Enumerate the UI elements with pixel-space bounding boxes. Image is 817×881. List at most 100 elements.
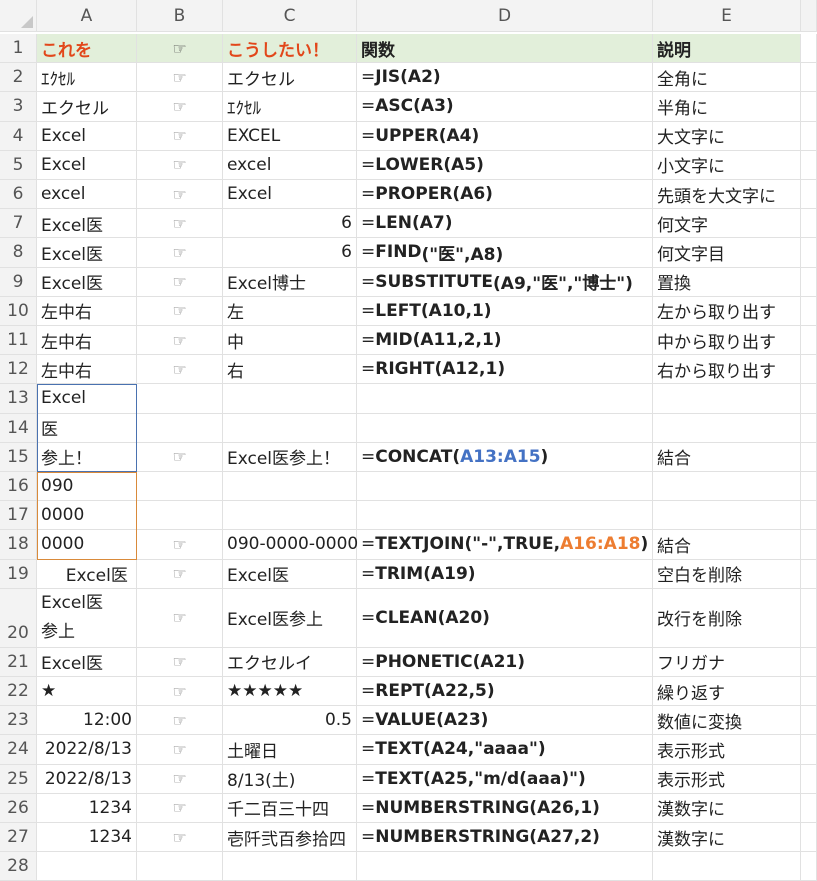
row-header-24[interactable]: 24 <box>0 735 37 765</box>
cell-a9[interactable]: Excel医 <box>37 267 137 297</box>
cell-e6[interactable]: 先頭を大文字に <box>653 180 801 210</box>
cell-d23[interactable]: = VALUE (A23) <box>357 706 653 736</box>
cell-c22[interactable]: ★★★★★ <box>223 677 357 707</box>
cell-c3[interactable]: ｴｸｾﾙ <box>223 92 357 122</box>
row-header-17[interactable]: 17 <box>0 501 37 531</box>
cell-d28[interactable] <box>357 852 653 881</box>
cell-e2[interactable]: 全角に <box>653 63 801 93</box>
cell-c8[interactable]: 6 <box>223 238 357 268</box>
header-cell-b[interactable]: ☞ <box>137 34 223 64</box>
cell-e24[interactable]: 表示形式 <box>653 735 801 765</box>
cell-c7[interactable]: 6 <box>223 209 357 239</box>
cell-a21[interactable]: Excel医 <box>37 647 137 677</box>
cell-b17[interactable] <box>137 501 223 531</box>
cell-d16[interactable] <box>357 472 653 502</box>
cell-d22[interactable]: = REPT (A22,5) <box>357 677 653 707</box>
cell-e19[interactable]: 空白を削除 <box>653 559 801 589</box>
cell-d20[interactable]: = CLEAN (A20) <box>357 588 653 648</box>
cell-a16[interactable]: 090 <box>37 472 137 502</box>
cell-e21[interactable]: フリガナ <box>653 647 801 677</box>
cell-b20[interactable]: ☞ <box>137 588 223 648</box>
cell-e10[interactable]: 左から取り出す <box>653 296 801 326</box>
cell-a17[interactable]: 0000 <box>37 501 137 531</box>
cell-e4[interactable]: 大文字に <box>653 121 801 151</box>
cell-b11[interactable]: ☞ <box>137 326 223 356</box>
cell-c25[interactable]: 8/13(土) <box>223 764 357 794</box>
cell-e11[interactable]: 中から取り出す <box>653 326 801 356</box>
cell-a18[interactable]: 0000 <box>37 530 137 560</box>
cell-b9[interactable]: ☞ <box>137 267 223 297</box>
cell-a19[interactable]: Excel医 <box>37 559 137 589</box>
cell-d3[interactable]: = ASC (A3) <box>357 92 653 122</box>
cell-b12[interactable]: ☞ <box>137 355 223 385</box>
cell-e15[interactable]: 結合 <box>653 442 801 472</box>
cell-b4[interactable]: ☞ <box>137 121 223 151</box>
cell-c28[interactable] <box>223 852 357 881</box>
row-header-3[interactable]: 3 <box>0 92 37 122</box>
column-header-b[interactable]: B <box>137 0 223 32</box>
column-header-c[interactable]: C <box>223 0 357 32</box>
cell-c21[interactable]: エクセルイ <box>223 647 357 677</box>
cell-a20[interactable]: Excel医 参上 <box>37 588 137 648</box>
cell-e23[interactable]: 数値に変換 <box>653 706 801 736</box>
column-header-e[interactable]: E <box>653 0 801 32</box>
cell-d10[interactable]: = LEFT (A10,1) <box>357 296 653 326</box>
row-header-13[interactable]: 13 <box>0 384 37 414</box>
cell-c24[interactable]: 土曜日 <box>223 735 357 765</box>
cell-d4[interactable]: = UPPER (A4) <box>357 121 653 151</box>
cell-e18[interactable]: 結合 <box>653 530 801 560</box>
cell-a7[interactable]: Excel医 <box>37 209 137 239</box>
cell-e17[interactable] <box>653 501 801 531</box>
cell-e20[interactable]: 改行を削除 <box>653 588 801 648</box>
cell-c13[interactable] <box>223 384 357 414</box>
cell-a25[interactable]: 2022/8/13 <box>37 764 137 794</box>
cell-d19[interactable]: = TRIM (A19) <box>357 559 653 589</box>
cell-a11[interactable]: 左中右 <box>37 326 137 356</box>
cell-b19[interactable]: ☞ <box>137 559 223 589</box>
cell-a12[interactable]: 左中右 <box>37 355 137 385</box>
cell-e9[interactable]: 置換 <box>653 267 801 297</box>
cell-c27[interactable]: 壱阡弐百参拾四 <box>223 823 357 853</box>
cell-c4[interactable]: EXCEL <box>223 121 357 151</box>
cell-c18[interactable]: 090-0000-0000 <box>223 530 358 560</box>
cell-c9[interactable]: Excel博士 <box>223 267 357 297</box>
cell-c17[interactable] <box>223 501 357 531</box>
cell-d8[interactable]: = FIND ("医",A8) <box>357 238 653 268</box>
cell-c5[interactable]: excel <box>223 150 357 180</box>
cell-b13[interactable] <box>137 384 223 414</box>
row-header-4[interactable]: 4 <box>0 121 37 151</box>
cell-b8[interactable]: ☞ <box>137 238 223 268</box>
column-header-a[interactable]: A <box>37 0 137 32</box>
cell-e8[interactable]: 何文字目 <box>653 238 801 268</box>
cell-e28[interactable] <box>653 852 801 881</box>
cell-d9[interactable]: = SUBSTITUTE (A9,"医","博士") <box>357 267 653 297</box>
row-header-12[interactable]: 12 <box>0 355 37 385</box>
cell-d26[interactable]: = NUMBERSTRING (A26,1) <box>357 793 653 823</box>
cell-d14[interactable] <box>357 413 653 443</box>
cell-b22[interactable]: ☞ <box>137 677 223 707</box>
cell-d11[interactable]: = MID (A11,2,1) <box>357 326 653 356</box>
cell-e5[interactable]: 小文字に <box>653 150 801 180</box>
cell-c19[interactable]: Excel医 <box>223 559 357 589</box>
cell-c12[interactable]: 右 <box>223 355 357 385</box>
cell-b21[interactable]: ☞ <box>137 647 223 677</box>
row-header-28[interactable]: 28 <box>0 852 37 881</box>
cell-b14[interactable] <box>137 413 223 443</box>
row-header-19[interactable]: 19 <box>0 559 37 589</box>
cell-b23[interactable]: ☞ <box>137 706 223 736</box>
cell-a8[interactable]: Excel医 <box>37 238 137 268</box>
cell-b26[interactable]: ☞ <box>137 793 223 823</box>
cell-b27[interactable]: ☞ <box>137 823 223 853</box>
cell-c10[interactable]: 左 <box>223 296 357 326</box>
row-header-1[interactable]: 1 <box>0 34 37 64</box>
header-cell-c[interactable]: こうしたい！ <box>223 34 357 64</box>
cell-a2[interactable]: ｴｸｾﾙ <box>37 63 137 93</box>
header-cell-a[interactable]: これを <box>37 34 137 64</box>
cell-e3[interactable]: 半角に <box>653 92 801 122</box>
cell-c14[interactable] <box>223 413 357 443</box>
row-header-2[interactable]: 2 <box>0 63 37 93</box>
cell-c2[interactable]: エクセル <box>223 63 357 93</box>
cell-a28[interactable] <box>37 852 137 881</box>
cell-a15[interactable]: 参上！ <box>37 442 137 472</box>
row-header-6[interactable]: 6 <box>0 180 37 210</box>
